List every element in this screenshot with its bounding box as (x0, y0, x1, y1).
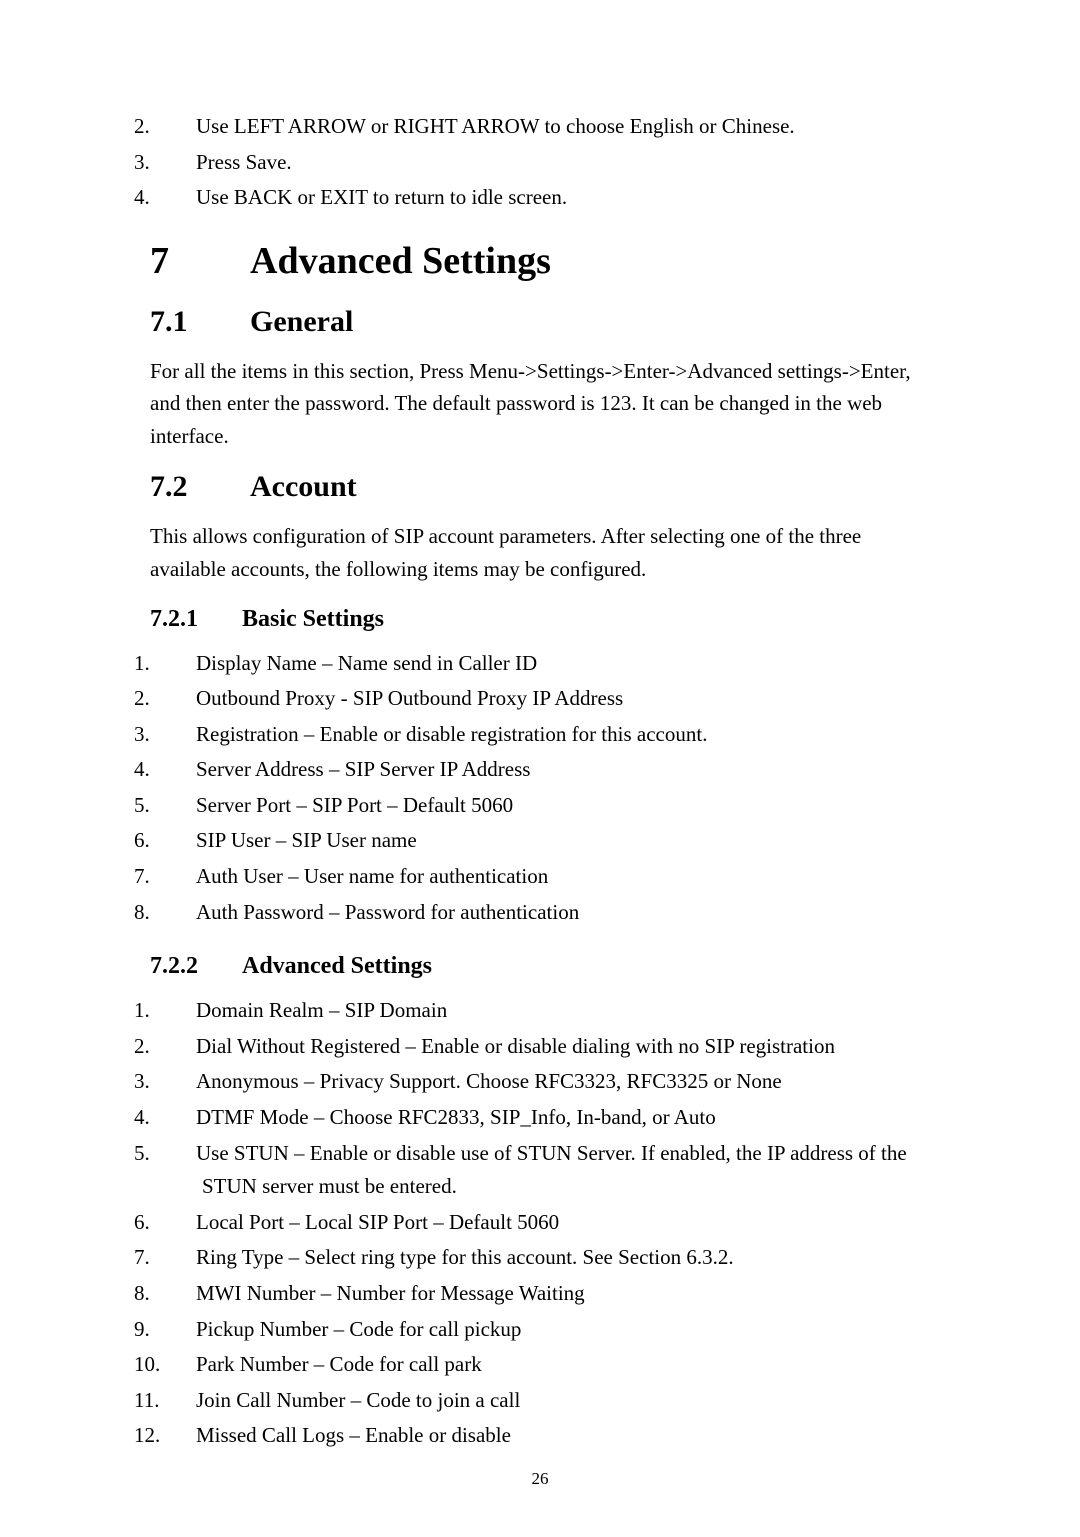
list-number: 6. (168, 824, 196, 858)
list-item: 3.Anonymous – Privacy Support. Choose RF… (150, 1065, 940, 1099)
list-number: 5. (168, 789, 196, 823)
list-item: 3.Press Save. (150, 146, 940, 180)
list-text: Join Call Number – Code to join a call (196, 1388, 520, 1412)
list-text: Missed Call Logs – Enable or disable (196, 1423, 511, 1447)
list-number: 11. (168, 1384, 196, 1418)
list-number: 2. (168, 1030, 196, 1064)
list-number: 8. (168, 896, 196, 930)
list-number: 3. (168, 146, 196, 180)
heading-number: 7 (150, 239, 250, 283)
heading-number: 7.2.2 (150, 953, 242, 980)
heading-number: 7.1 (150, 305, 250, 339)
list-number: 8. (168, 1277, 196, 1311)
list-text: Dial Without Registered – Enable or disa… (196, 1034, 835, 1058)
list-number: 9. (168, 1313, 196, 1347)
heading-7-2-2: 7.2.2Advanced Settings (150, 953, 940, 980)
list-text: Press Save. (196, 150, 292, 174)
list-text: Outbound Proxy - SIP Outbound Proxy IP A… (196, 686, 623, 710)
list-number: 1. (168, 994, 196, 1028)
heading-7-2: 7.2Account (150, 470, 940, 504)
list-7-2-1: 1.Display Name – Name send in Caller ID … (150, 647, 940, 930)
intro-list-continuation: 2.Use LEFT ARROW or RIGHT ARROW to choos… (150, 110, 940, 215)
list-text: DTMF Mode – Choose RFC2833, SIP_Info, In… (196, 1105, 716, 1129)
list-text: MWI Number – Number for Message Waiting (196, 1281, 585, 1305)
list-text: Anonymous – Privacy Support. Choose RFC3… (196, 1069, 782, 1093)
list-item: 7.Ring Type – Select ring type for this … (150, 1241, 940, 1275)
heading-number: 7.2.1 (150, 606, 242, 633)
list-text: Domain Realm – SIP Domain (196, 998, 447, 1022)
heading-text: Basic Settings (242, 606, 384, 632)
list-text: Server Address – SIP Server IP Address (196, 757, 530, 781)
list-7-2-2: 1.Domain Realm – SIP Domain 2.Dial Witho… (150, 994, 940, 1453)
list-item: 9.Pickup Number – Code for call pickup (150, 1313, 940, 1347)
list-number: 10. (168, 1348, 196, 1382)
list-number: 2. (168, 682, 196, 716)
list-text: Auth Password – Password for authenticat… (196, 900, 579, 924)
list-item: 4.Server Address – SIP Server IP Address (150, 753, 940, 787)
heading-7: 7Advanced Settings (150, 239, 940, 283)
list-item: 6.SIP User – SIP User name (150, 824, 940, 858)
heading-7-1: 7.1General (150, 305, 940, 339)
list-number: 6. (168, 1206, 196, 1240)
list-number: 2. (168, 110, 196, 144)
page-number: 26 (0, 1469, 1080, 1489)
list-number: 7. (168, 860, 196, 894)
list-item: 10.Park Number – Code for call park (150, 1348, 940, 1382)
list-item: 8.MWI Number – Number for Message Waitin… (150, 1277, 940, 1311)
list-item: 6.Local Port – Local SIP Port – Default … (150, 1206, 940, 1240)
list-number: 7. (168, 1241, 196, 1275)
list-number: 4. (168, 753, 196, 787)
list-item: 1.Domain Realm – SIP Domain (150, 994, 940, 1028)
list-text: Registration – Enable or disable registr… (196, 722, 707, 746)
list-item: 11.Join Call Number – Code to join a cal… (150, 1384, 940, 1418)
list-number: 1. (168, 647, 196, 681)
list-number: 4. (168, 181, 196, 215)
list-text: Server Port – SIP Port – Default 5060 (196, 793, 513, 817)
list-number: 5. (168, 1137, 196, 1171)
list-item: 5.Server Port – SIP Port – Default 5060 (150, 789, 940, 823)
list-text: Pickup Number – Code for call pickup (196, 1317, 521, 1341)
list-item: 7.Auth User – User name for authenticati… (150, 860, 940, 894)
list-item: 4.Use BACK or EXIT to return to idle scr… (150, 181, 940, 215)
list-text: Use LEFT ARROW or RIGHT ARROW to choose … (196, 114, 795, 138)
heading-text: Account (250, 470, 357, 503)
heading-text: General (250, 305, 353, 338)
list-item: 3.Registration – Enable or disable regis… (150, 718, 940, 752)
heading-text: Advanced Settings (242, 953, 432, 979)
list-number: 3. (168, 1065, 196, 1099)
list-number: 3. (168, 718, 196, 752)
list-text: Use BACK or EXIT to return to idle scree… (196, 185, 567, 209)
paragraph-7-1: For all the items in this section, Press… (150, 355, 940, 453)
heading-7-2-1: 7.2.1Basic Settings (150, 606, 940, 633)
list-text: SIP User – SIP User name (196, 828, 417, 852)
list-text: Park Number – Code for call park (196, 1352, 482, 1376)
list-text: Display Name – Name send in Caller ID (196, 651, 537, 675)
list-item: 8.Auth Password – Password for authentic… (150, 896, 940, 930)
list-item: 4.DTMF Mode – Choose RFC2833, SIP_Info, … (150, 1101, 940, 1135)
list-item: 12.Missed Call Logs – Enable or disable (150, 1419, 940, 1453)
list-text: Use STUN – Enable or disable use of STUN… (196, 1141, 907, 1199)
heading-number: 7.2 (150, 470, 250, 504)
list-item: 5.Use STUN – Enable or disable use of ST… (150, 1137, 940, 1204)
list-item: 1.Display Name – Name send in Caller ID (150, 647, 940, 681)
list-text: Local Port – Local SIP Port – Default 50… (196, 1210, 559, 1234)
document-page: 2.Use LEFT ARROW or RIGHT ARROW to choos… (0, 0, 1080, 1537)
list-text: Ring Type – Select ring type for this ac… (196, 1245, 734, 1269)
list-number: 12. (168, 1419, 196, 1453)
list-item: 2.Use LEFT ARROW or RIGHT ARROW to choos… (150, 110, 940, 144)
list-number: 4. (168, 1101, 196, 1135)
heading-text: Advanced Settings (250, 240, 551, 282)
paragraph-7-2: This allows configuration of SIP account… (150, 520, 940, 585)
list-item: 2.Dial Without Registered – Enable or di… (150, 1030, 940, 1064)
list-item: 2.Outbound Proxy - SIP Outbound Proxy IP… (150, 682, 940, 716)
list-text: Auth User – User name for authentication (196, 864, 548, 888)
